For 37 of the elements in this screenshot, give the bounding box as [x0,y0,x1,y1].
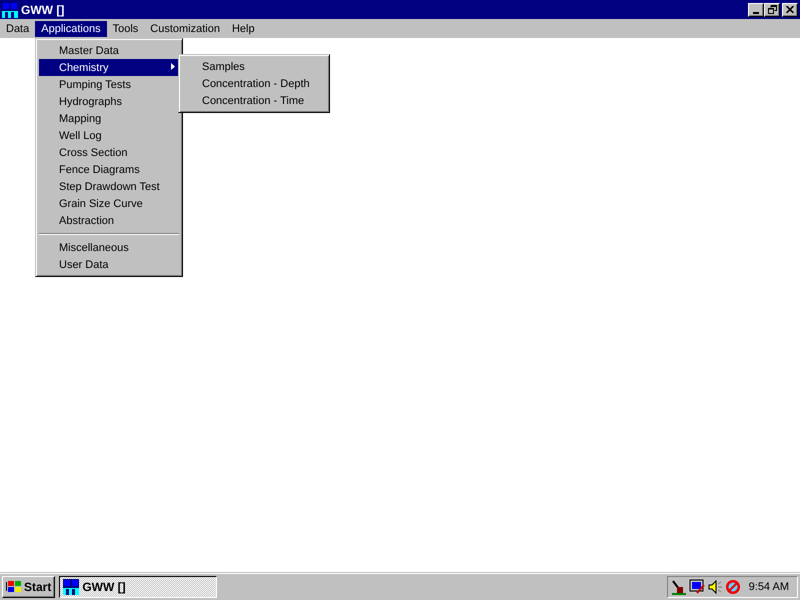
menu-bar-item[interactable]: Data [0,20,36,36]
restore-button[interactable] [764,2,780,16]
menu-item[interactable]: Chemistry [39,59,179,76]
minimize-icon [753,12,759,14]
menu-item[interactable]: Hydrographs [39,93,179,110]
close-button[interactable] [782,2,798,16]
menu-item[interactable]: Miscellaneous [39,239,179,256]
menu-item[interactable]: User Data [39,256,179,273]
menu-item[interactable]: Mapping [39,110,179,127]
menu-item[interactable]: Samples [182,58,326,75]
menu-item[interactable]: Concentration - Time [182,92,326,109]
submenu-arrow-icon [171,63,175,70]
menu-item[interactable]: Master Data [39,42,179,59]
window-title: GWW [] [21,2,66,16]
menu-item[interactable]: Concentration - Depth [182,75,326,92]
clock: 9:54 AM [748,580,789,592]
menu-item[interactable]: Fence Diagrams [39,161,179,178]
menu-item[interactable]: Grain Size Curve [39,195,179,212]
windows-logo-icon [6,580,22,594]
app-icon [63,578,80,594]
menu-bar-item[interactable]: Help [226,20,261,36]
network-icon[interactable] [671,578,687,594]
menu-bar-item[interactable]: Customization [144,20,226,36]
menu-item[interactable]: Cross Section [39,144,179,161]
start-button[interactable]: Start [2,576,56,598]
monitor-icon[interactable] [689,578,705,594]
minimize-button[interactable] [748,2,764,16]
speaker-icon[interactable] [707,578,723,594]
menu-item[interactable]: Well Log [39,127,179,144]
close-icon [786,6,794,13]
taskbar-button[interactable]: GWW [] [59,576,218,598]
restore-icon [768,5,776,14]
menu-item[interactable]: Pumping Tests [39,76,179,93]
menu-bar-item[interactable]: Applications [35,20,107,36]
menu-item[interactable]: Abstraction [39,212,179,229]
menu-bar-item[interactable]: Tools [106,20,144,36]
menu-item[interactable]: Step Drawdown Test [39,178,179,195]
